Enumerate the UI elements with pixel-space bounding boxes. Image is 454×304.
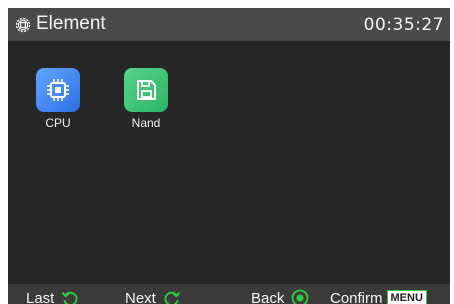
- back-button[interactable]: Back: [251, 288, 310, 304]
- app-nand[interactable]: Nand: [116, 68, 176, 130]
- gear-chip-icon: [14, 16, 32, 34]
- radio-target-icon: [290, 288, 310, 304]
- footer-bar: Last Next Back Confirm MENU: [8, 284, 450, 304]
- rotate-ccw-icon: [60, 288, 80, 304]
- next-button[interactable]: Next: [125, 288, 182, 304]
- next-label: Next: [125, 289, 156, 304]
- confirm-label: Confirm: [330, 289, 383, 304]
- last-button[interactable]: Last: [26, 288, 80, 304]
- back-label: Back: [251, 289, 285, 304]
- cpu-chip-icon[interactable]: [36, 68, 80, 112]
- clock: 00:35:27: [363, 15, 444, 35]
- app-cpu[interactable]: CPU: [28, 68, 88, 130]
- rotate-cw-icon: [162, 288, 182, 304]
- last-label: Last: [26, 289, 55, 304]
- floppy-disk-icon[interactable]: [124, 68, 168, 112]
- app-label: Nand: [131, 116, 161, 130]
- app-label: CPU: [45, 116, 71, 130]
- confirm-button[interactable]: Confirm MENU: [330, 288, 427, 304]
- menu-key-badge: MENU: [386, 289, 427, 304]
- page-title: Element: [36, 13, 106, 34]
- title-bar: Element 00:35:27: [8, 8, 450, 41]
- device-screen: Element 00:35:27 CPU Nand Last Next Back…: [8, 8, 450, 304]
